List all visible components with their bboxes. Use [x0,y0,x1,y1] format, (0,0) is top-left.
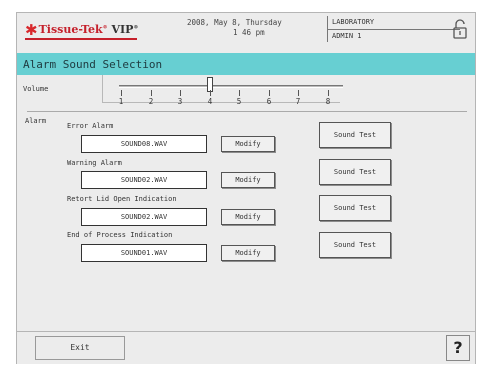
volume-tick-label: 1 [118,97,124,106]
sound-test-button[interactable]: Sound Test [319,122,391,148]
alarm-file-field[interactable]: SOUND01.WAV [81,244,207,262]
volume-tick-label: 8 [325,97,331,106]
volume-tick-label: 5 [236,97,242,106]
alarm-file-field[interactable]: SOUND08.WAV [81,135,207,153]
location-text: LABORATORY [332,18,375,26]
volume-tick-label: 6 [266,97,272,106]
volume-tick [328,90,329,96]
volume-tick [210,90,211,96]
alarm-name: Retort Lid Open Indication [67,195,177,203]
alarm-name: Warning Alarm [67,159,122,167]
alarm-section-label: Alarm [25,117,47,125]
alarm-file-field[interactable]: SOUND02.WAV [81,208,207,226]
exit-button[interactable]: Exit [35,336,125,360]
page-title: Alarm Sound Selection [23,58,163,71]
logo-brand: Tissue-Tek [38,23,103,36]
volume-tick-label: 4 [207,97,213,106]
logo-product: VIP [111,23,134,36]
user-info: LABORATORY ADMIN 1 [327,16,460,42]
modify-button[interactable]: Modify [221,245,275,261]
logo: ✱ Tissue-Tek® VIP® [25,20,139,39]
volume-tick [298,90,299,96]
volume-slider-track[interactable] [119,85,343,88]
volume-tick-label: 7 [295,97,301,106]
user-text: ADMIN 1 [332,32,362,40]
volume-tick [239,90,240,96]
alarm-name: End of Process Indication [67,231,173,239]
volume-tick [121,90,122,96]
volume-label: Volume [23,85,49,93]
lock-icon[interactable] [452,19,468,39]
volume-tick [269,90,270,96]
time-text: 1 46 pm [233,28,265,37]
divider [27,111,467,112]
alarm-file-field[interactable]: SOUND02.WAV [81,171,207,189]
volume-tick [151,90,152,96]
modify-button[interactable]: Modify [221,172,275,188]
volume-tick-label: 2 [148,97,154,106]
volume-tick-label: 3 [177,97,183,106]
header: ✱ Tissue-Tek® VIP® 2008, May 8, Thursday… [17,13,475,47]
help-button[interactable]: ? [446,335,470,361]
date-text: 2008, May 8, Thursday [187,18,282,27]
sound-test-button[interactable]: Sound Test [319,159,391,185]
logo-underline [25,38,137,40]
sound-test-button[interactable]: Sound Test [319,195,391,221]
sound-test-button[interactable]: Sound Test [319,232,391,258]
modify-button[interactable]: Modify [221,209,275,225]
app-window: ✱ Tissue-Tek® VIP® 2008, May 8, Thursday… [16,12,476,364]
volume-frame [102,75,340,103]
title-bar: Alarm Sound Selection [17,53,475,75]
volume-tick [180,90,181,96]
alarm-name: Error Alarm [67,122,114,130]
modify-button[interactable]: Modify [221,136,275,152]
star-logo-icon: ✱ [25,20,38,39]
footer: Exit ? [17,331,475,364]
